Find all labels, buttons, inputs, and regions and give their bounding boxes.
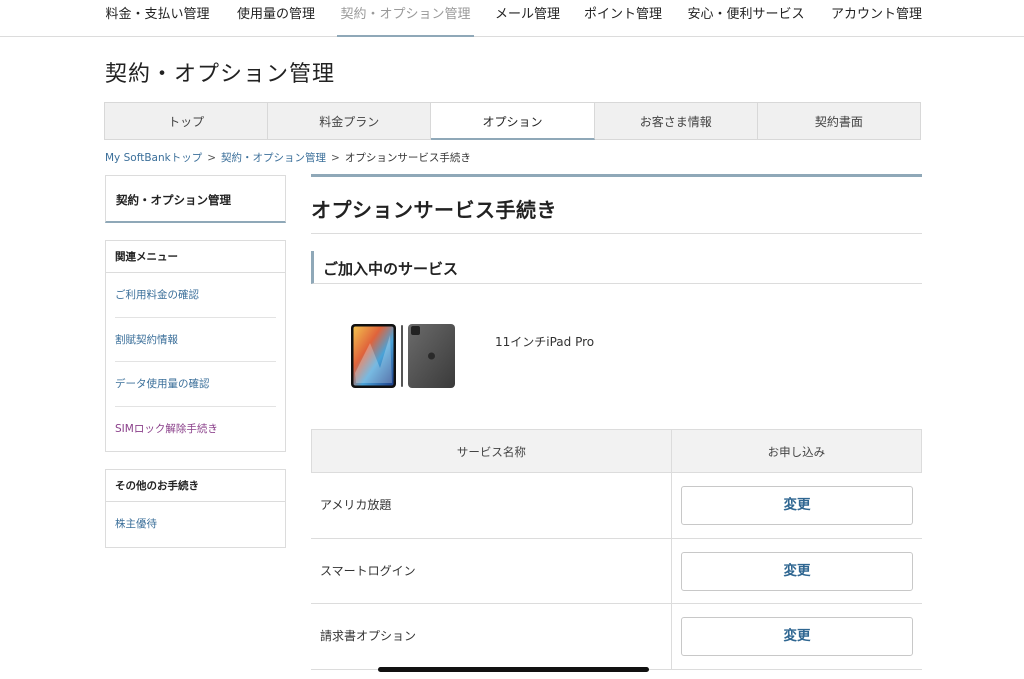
- nav-item-points[interactable]: ポイント管理: [583, 0, 663, 37]
- global-nav: 料金・支払い管理 使用量の管理 契約・オプション管理 メール管理 ポイント管理 …: [0, 0, 1024, 37]
- breadcrumb-separator: >: [207, 152, 217, 164]
- sidebar-link-shareholder[interactable]: 株主優待: [115, 502, 276, 547]
- nav-item-account[interactable]: アカウント管理: [830, 0, 923, 37]
- tab-options[interactable]: オプション: [431, 102, 595, 140]
- change-button-invoice-option[interactable]: 変更: [681, 617, 913, 656]
- related-menu: 関連メニュー ご利用料金の確認 割賦契約情報 データ使用量の確認 SIMロック解…: [105, 240, 286, 452]
- tab-plan[interactable]: 料金プラン: [268, 102, 432, 140]
- table-row: 請求書オプション 変更: [311, 604, 922, 670]
- other-procedures: その他のお手続き 株主優待: [105, 469, 286, 548]
- other-procedures-heading: その他のお手続き: [106, 470, 285, 502]
- sidebar-title-box: 契約・オプション管理: [105, 175, 286, 223]
- table-row: スマートログイン 変更: [311, 538, 922, 604]
- page-title: 契約・オプション管理: [105, 62, 336, 87]
- table-header-service-name: サービス名称: [312, 430, 672, 472]
- service-name: 請求書オプション: [311, 604, 672, 669]
- change-button-smart-login[interactable]: 変更: [681, 551, 913, 591]
- related-menu-heading: 関連メニュー: [106, 241, 285, 273]
- sidebar-title: 契約・オプション管理: [116, 193, 231, 207]
- nav-item-usage[interactable]: 使用量の管理: [236, 0, 316, 37]
- nav-item-billing[interactable]: 料金・支払い管理: [105, 0, 210, 37]
- tab-contract-documents[interactable]: 契約書面: [757, 102, 922, 140]
- breadcrumb: My SoftBankトップ > 契約・オプション管理 > オプションサービス手続き: [105, 150, 471, 165]
- table-header-row: サービス名称 お申し込み: [311, 429, 922, 473]
- breadcrumb-link-mysoftbank[interactable]: My SoftBankトップ: [105, 152, 202, 164]
- nav-item-contract[interactable]: 契約・オプション管理: [337, 0, 474, 37]
- services-table: サービス名称 お申し込み アメリカ放題 変更 スマートログイン 変更 請求書オプ…: [311, 429, 922, 670]
- table-header-apply: お申し込み: [767, 445, 826, 459]
- nav-item-mail[interactable]: メール管理: [494, 0, 561, 37]
- home-indicator[interactable]: [378, 667, 649, 672]
- nav-item-services[interactable]: 安心・便利サービス: [686, 0, 806, 37]
- change-button-america-houdai[interactable]: 変更: [681, 486, 913, 525]
- sub-heading-text: ご加入中のサービス: [323, 260, 459, 278]
- breadcrumb-current: オプションサービス手続き: [344, 152, 471, 164]
- tab-bar: トップ 料金プラン オプション お客さま情報 契約書面: [104, 102, 922, 140]
- sidebar-link-sim-unlock[interactable]: SIMロック解除手続き: [115, 407, 276, 452]
- table-row: アメリカ放題 変更: [311, 473, 922, 539]
- device-name: 11インチiPad Pro: [495, 335, 595, 349]
- service-name: スマートログイン: [311, 538, 672, 603]
- breadcrumb-separator: >: [331, 152, 340, 164]
- service-name: アメリカ放題: [311, 473, 672, 538]
- ipad-device-image: [351, 324, 455, 388]
- main-heading: オプションサービス手続き: [311, 174, 922, 234]
- tab-top[interactable]: トップ: [104, 102, 269, 140]
- main-heading-text: オプションサービス手続き: [311, 198, 557, 222]
- sidebar-link-charges[interactable]: ご利用料金の確認: [115, 273, 276, 318]
- sub-heading: ご加入中のサービス: [311, 251, 922, 284]
- sidebar-link-installment[interactable]: 割賦契約情報: [115, 318, 276, 362]
- tab-customer-info[interactable]: お客さま情報: [594, 102, 758, 140]
- sidebar-link-data-usage[interactable]: データ使用量の確認: [115, 362, 276, 407]
- breadcrumb-link-contract[interactable]: 契約・オプション管理: [221, 152, 326, 164]
